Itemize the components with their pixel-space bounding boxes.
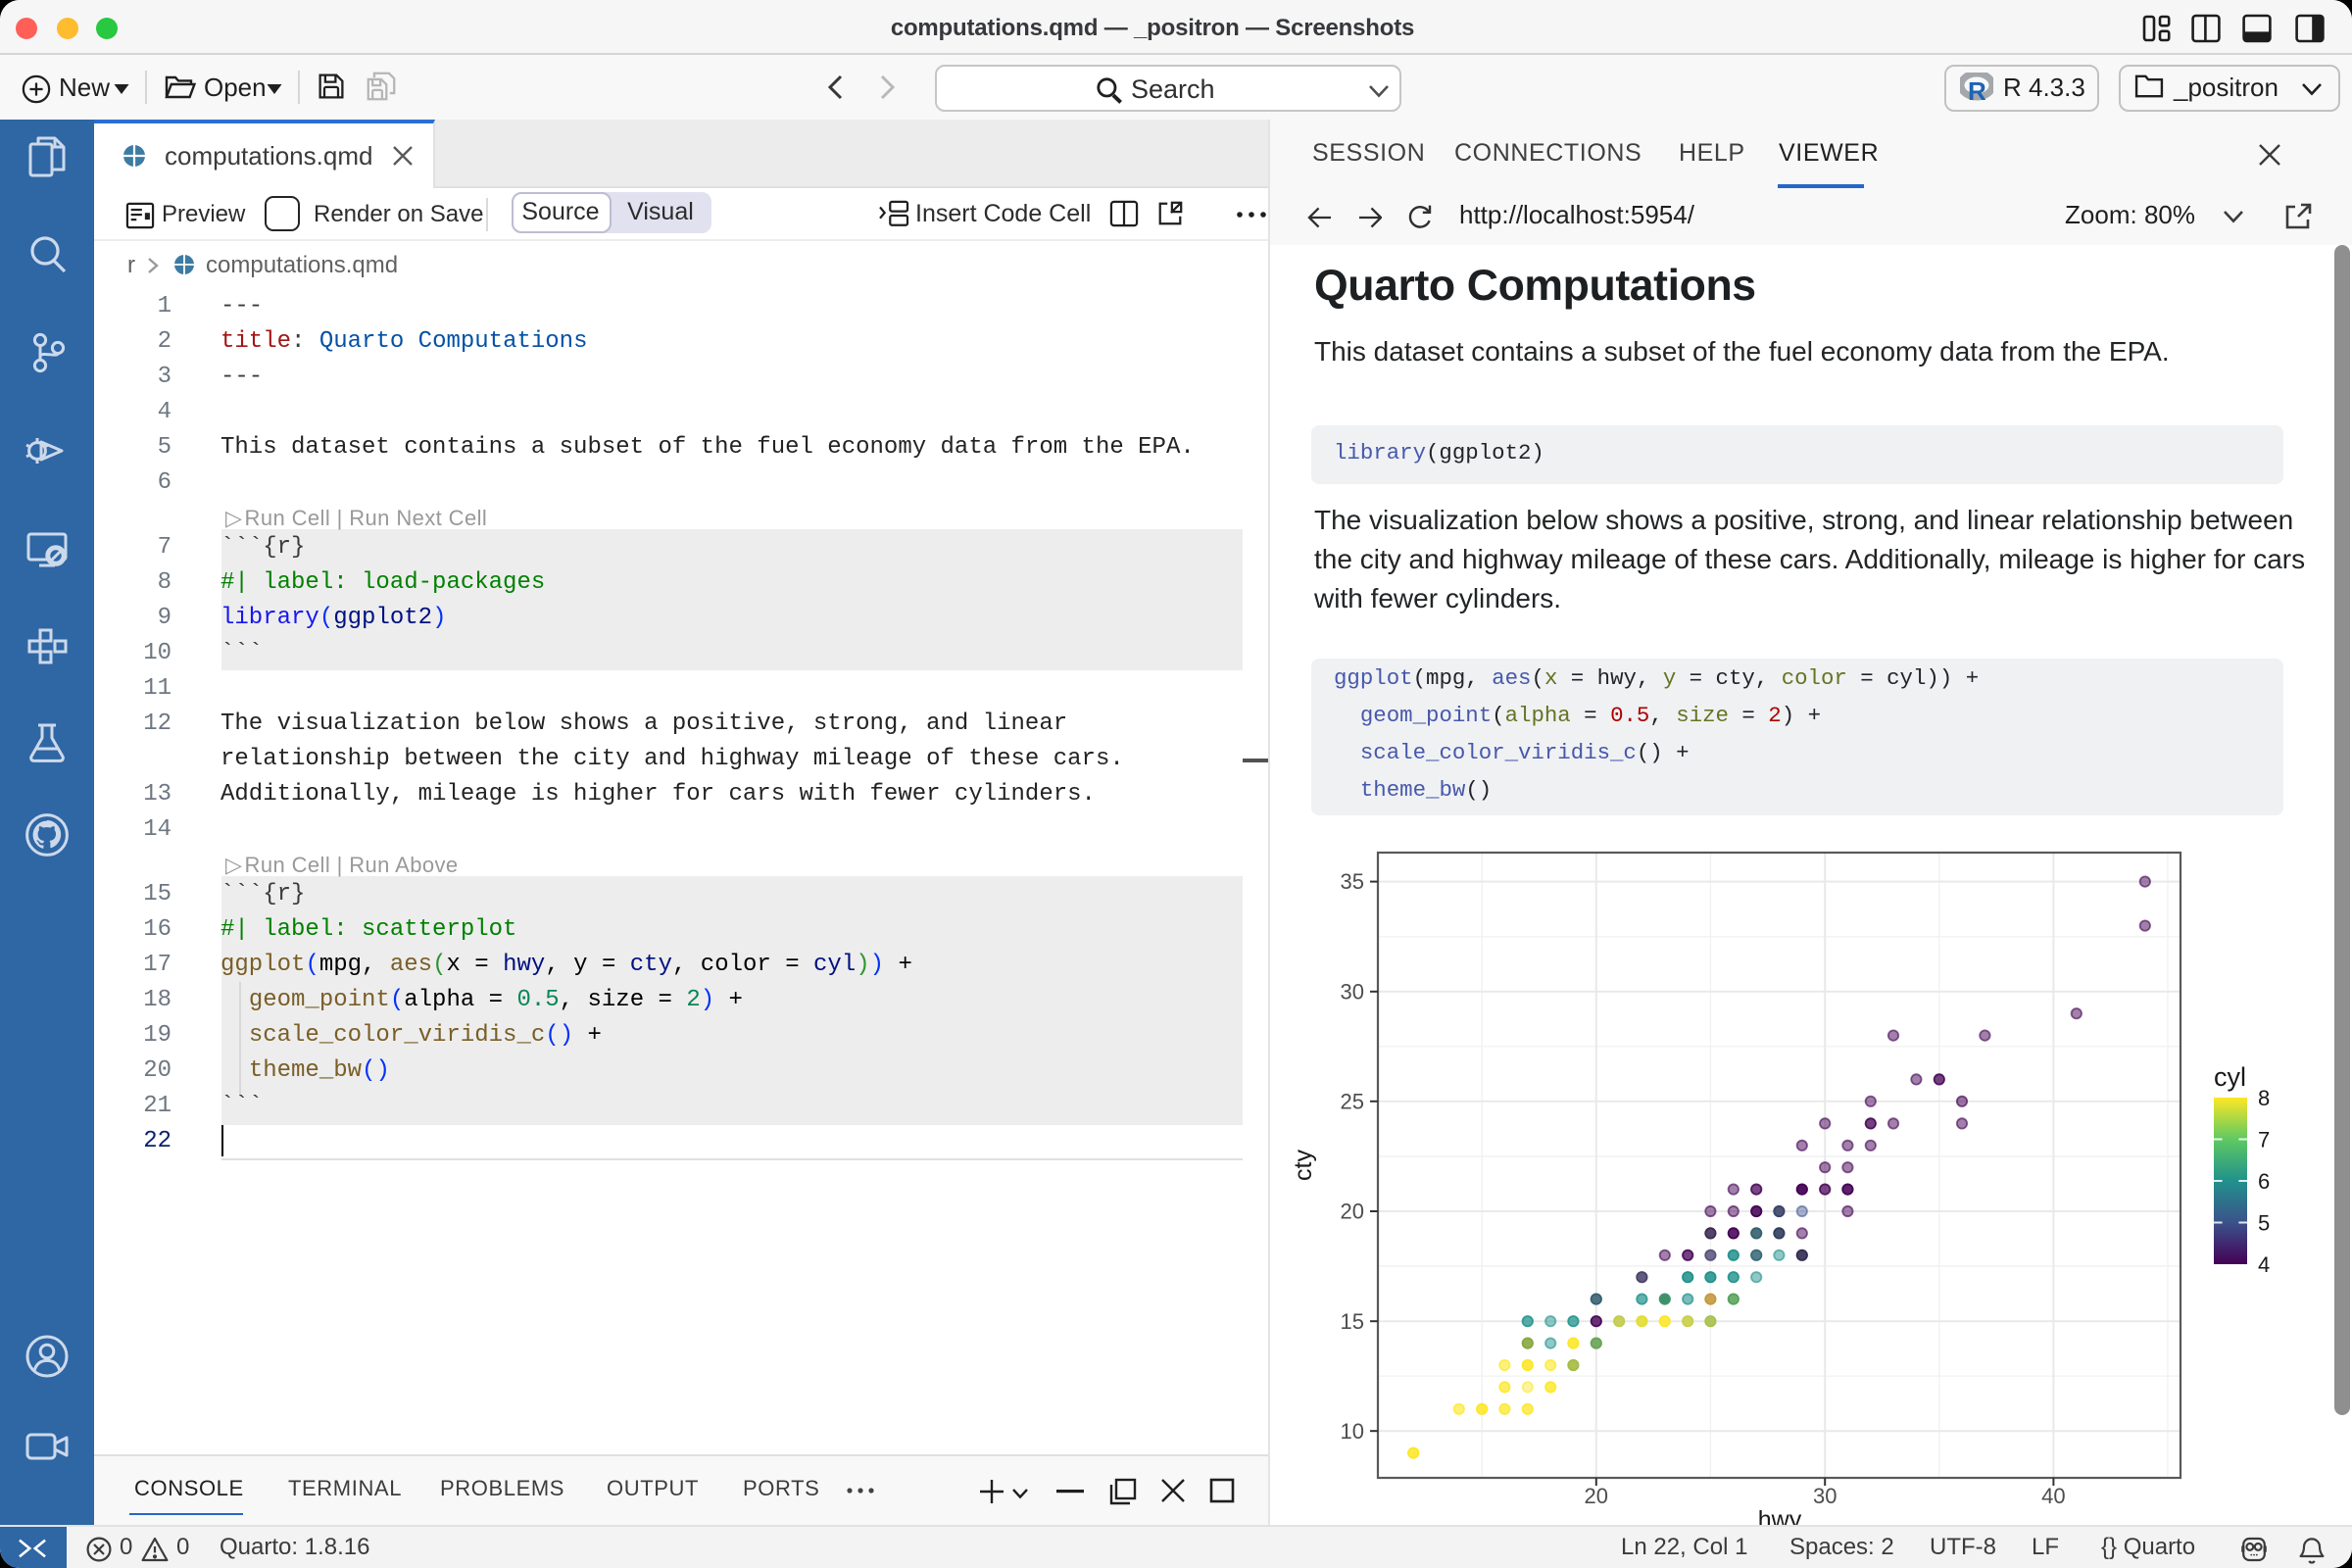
svg-text:35: 35	[1341, 869, 1364, 894]
svg-text:10: 10	[1341, 1419, 1364, 1444]
svg-text:20: 20	[1585, 1484, 1608, 1508]
svg-text:40: 40	[2041, 1484, 2065, 1508]
svg-text:6: 6	[2258, 1169, 2270, 1194]
svg-text:cty: cty	[1290, 1150, 1317, 1181]
svg-text:25: 25	[1341, 1090, 1364, 1114]
svg-text:cyl: cyl	[2214, 1062, 2246, 1092]
svg-text:30: 30	[1813, 1484, 1837, 1508]
svg-text:R: R	[1968, 76, 1986, 102]
svg-text:7: 7	[2258, 1127, 2270, 1152]
svg-text:30: 30	[1341, 979, 1364, 1004]
svg-text:15: 15	[1341, 1309, 1364, 1334]
svg-text:4: 4	[2258, 1252, 2270, 1277]
svg-text:5: 5	[2258, 1211, 2270, 1236]
svg-text:20: 20	[1341, 1200, 1364, 1224]
svg-text:8: 8	[2258, 1086, 2270, 1110]
